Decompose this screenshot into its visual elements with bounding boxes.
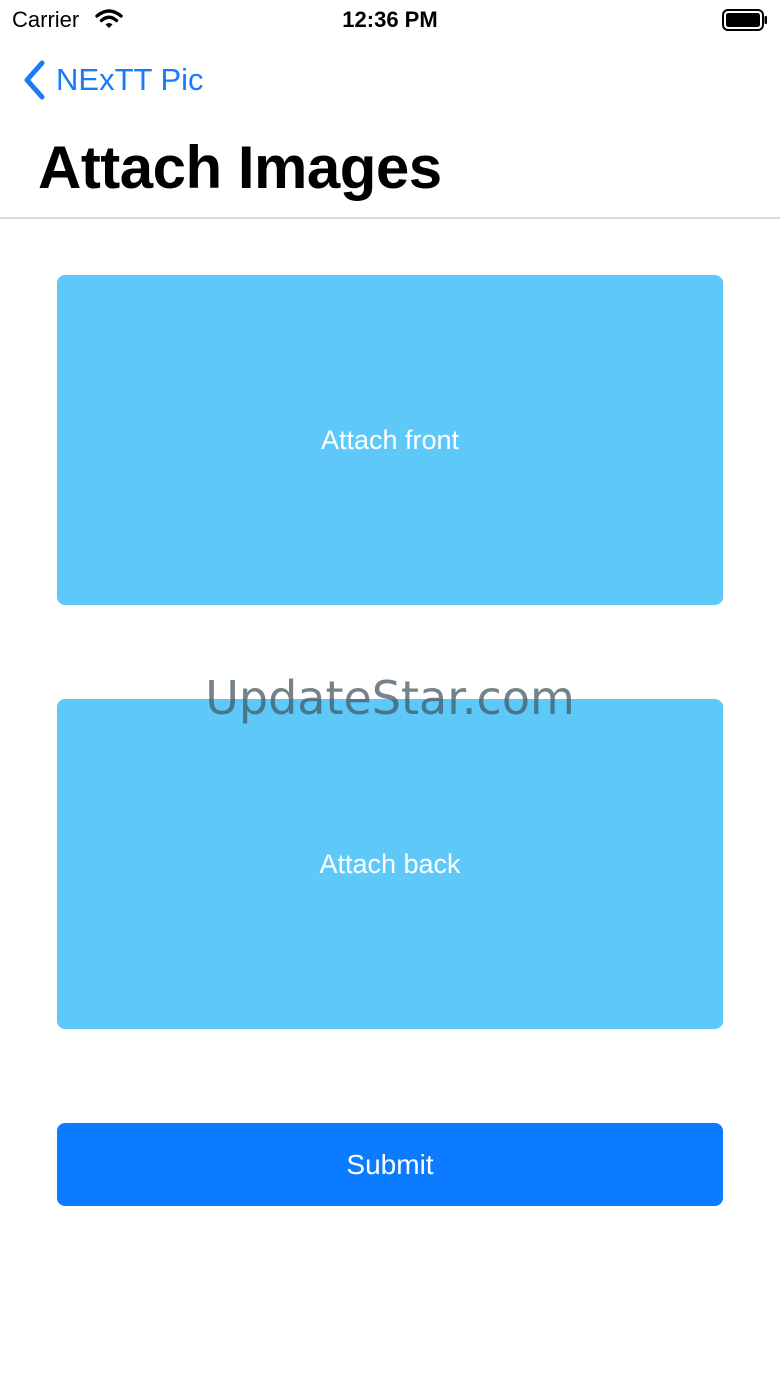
submit-button[interactable]: Submit — [57, 1123, 723, 1206]
attach-back-label: Attach back — [319, 848, 461, 879]
page-title: Attach Images — [38, 134, 442, 201]
nav-divider — [0, 217, 780, 219]
status-bar: Carrier 12:36 PM — [0, 0, 780, 40]
submit-label: Submit — [346, 1148, 434, 1180]
back-button[interactable]: NExTT Pic — [22, 58, 204, 102]
attach-back-button[interactable]: Attach back — [57, 699, 723, 1029]
attach-front-button[interactable]: Attach front — [57, 275, 723, 605]
back-button-label: NExTT Pic — [56, 62, 204, 97]
battery-icon — [722, 9, 768, 31]
chevron-left-icon — [24, 60, 45, 100]
attach-front-label: Attach front — [320, 424, 460, 455]
status-time: 12:36 PM — [342, 7, 438, 32]
